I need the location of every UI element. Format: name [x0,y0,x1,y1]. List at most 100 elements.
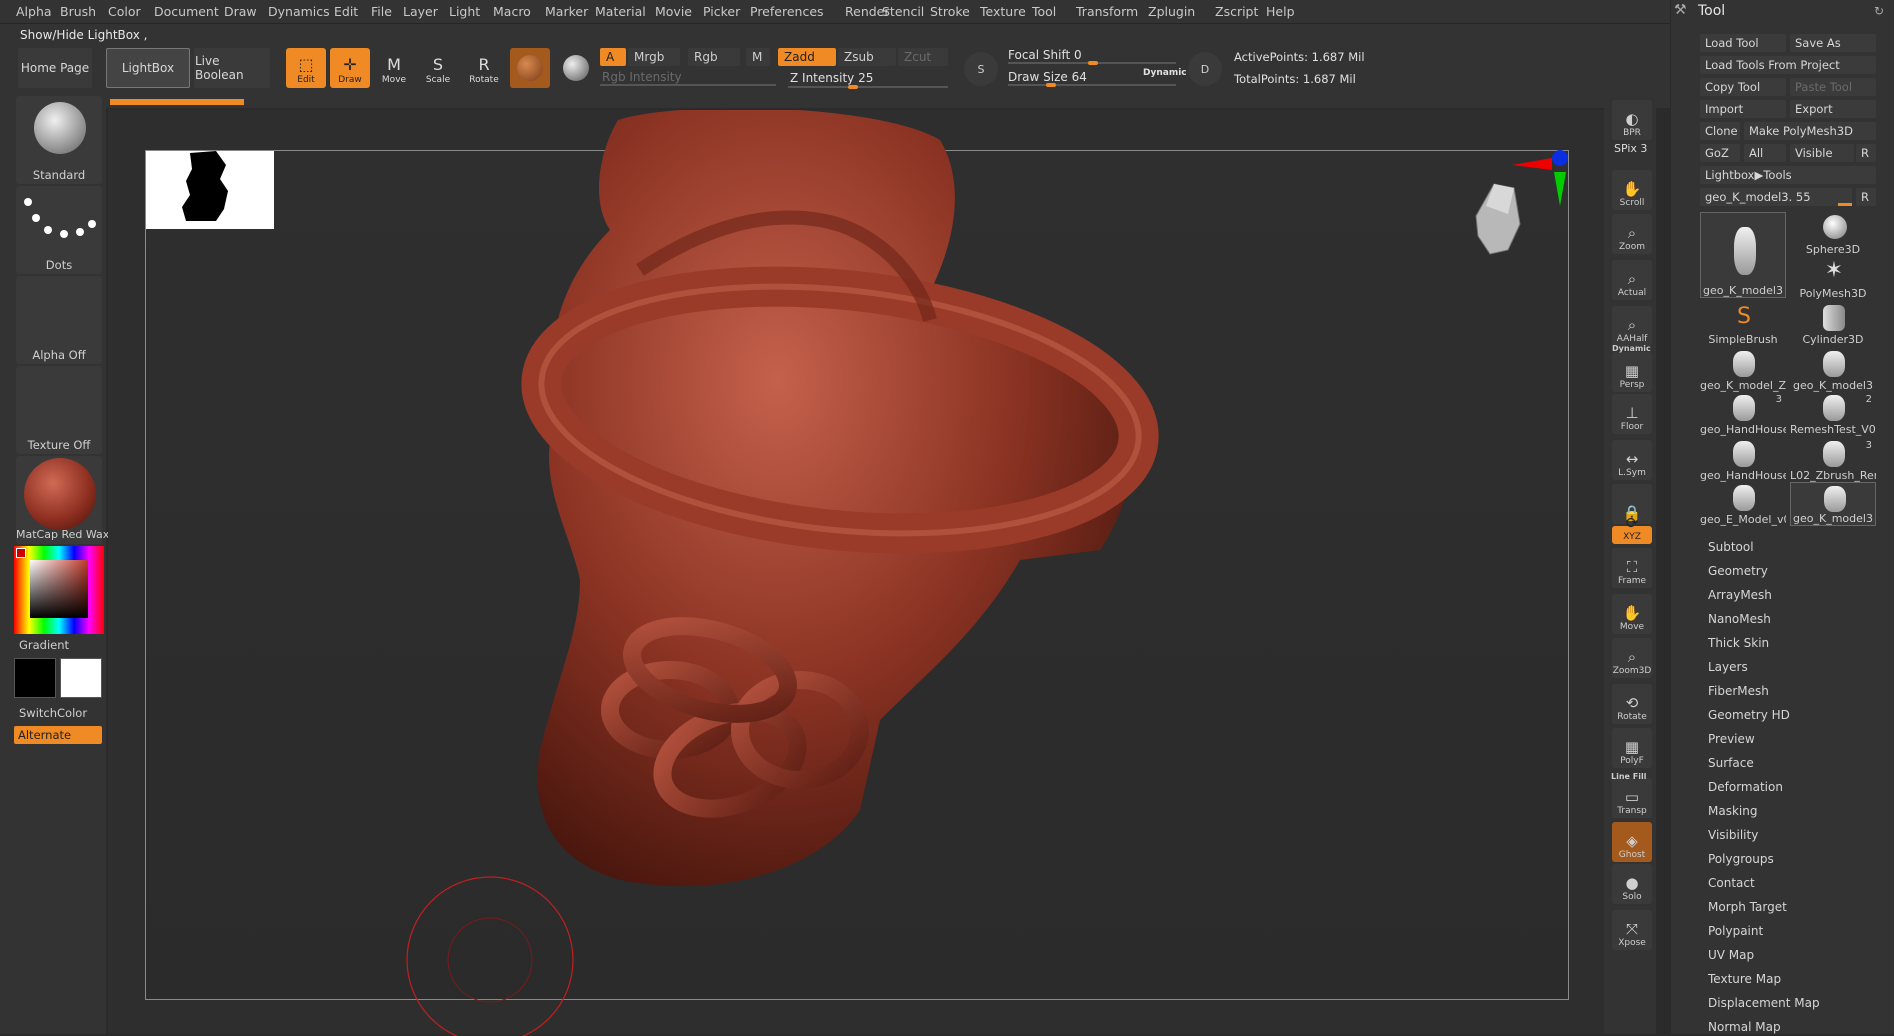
rotate-button[interactable]: ⟲ Rotate [1612,684,1652,724]
color-button[interactable] [556,48,596,88]
rotate-button[interactable]: R Rotate [464,48,504,88]
main-color-swatch[interactable] [14,658,56,698]
subpalette-geometry-hd[interactable]: Geometry HD [1708,708,1790,722]
subpalette-surface[interactable]: Surface [1708,756,1754,770]
mrgb-toggle[interactable]: Mrgb [628,48,680,66]
r-button[interactable]: R [1856,144,1876,162]
subpalette-preview[interactable]: Preview [1708,732,1755,746]
subpalette-layers[interactable]: Layers [1708,660,1748,674]
export-button[interactable]: Export [1790,100,1876,118]
menu-zplugin[interactable]: Zplugin [1148,4,1195,19]
tool-item[interactable]: geo_HandHouse [1700,438,1786,482]
tool-item[interactable]: Sphere3D [1790,212,1876,256]
menu-texture[interactable]: Texture [980,4,1026,19]
focal-shift-knob[interactable] [1088,61,1098,65]
draw-size-knob[interactable] [1046,83,1056,87]
draw-size-slider[interactable] [1008,84,1176,86]
subpalette-contact[interactable]: Contact [1708,876,1755,890]
spix-slider[interactable]: SPix 3 [1614,142,1647,155]
scale-button[interactable]: S Scale [418,48,458,88]
menu-preferences[interactable]: Preferences [750,4,824,19]
tool-item[interactable]: S SimpleBrush [1700,302,1786,347]
subpalette-displacement-map[interactable]: Displacement Map [1708,996,1820,1010]
clone-button[interactable]: Clone [1700,122,1740,140]
menu-edit[interactable]: Edit [334,4,358,19]
edit-button[interactable]: ⬚ Edit [286,48,326,88]
paste-tool-button[interactable]: Paste Tool [1790,78,1876,96]
switch-color-button[interactable]: SwitchColor [19,706,105,720]
current-tool-slider[interactable]: geo_K_model3. 55 [1700,188,1852,206]
subpalette-deformation[interactable]: Deformation [1708,780,1783,794]
xpose-button[interactable]: ⤧ Xpose [1612,910,1652,950]
subpalette-thick-skin[interactable]: Thick Skin [1708,636,1769,650]
tool-item[interactable]: geo_E_Model_v0 [1700,482,1786,526]
load-tool-button[interactable]: Load Tool [1700,34,1786,52]
lightbox-button[interactable]: LightBox [106,48,190,88]
menu-material[interactable]: Material [595,4,646,19]
visible-button[interactable]: Visible [1790,144,1854,162]
subpalette-morph-target[interactable]: Morph Target [1708,900,1787,914]
s-symmetry-icon[interactable]: S [964,52,998,86]
save-as-button[interactable]: Save As [1790,34,1876,52]
solo-button[interactable]: ● Solo [1612,864,1652,904]
material-swatch-button[interactable] [510,48,550,88]
menu-help[interactable]: Help [1266,4,1295,19]
home-page-button[interactable]: Home Page [18,48,92,88]
tool-item[interactable]: geo_K_model3 [1700,212,1786,298]
orientation-gizmo[interactable] [1464,144,1584,284]
draw-button[interactable]: ✛ Draw [330,48,370,88]
menu-light[interactable]: Light [449,4,480,19]
subpalette-nanomesh[interactable]: NanoMesh [1708,612,1771,626]
menu-zscript[interactable]: Zscript [1215,4,1258,19]
goz-button[interactable]: GoZ [1700,144,1740,162]
move-button[interactable]: ✋ Move [1612,594,1652,634]
ghost-button[interactable]: ◈ Ghost [1612,822,1652,862]
xyz-button[interactable]: ⟳ XYZ [1612,514,1652,544]
subpalette-uv-map[interactable]: UV Map [1708,948,1754,962]
menu-brush[interactable]: Brush [60,4,96,19]
persp-button[interactable]: ▦ Persp [1612,352,1652,392]
color-saturation-square[interactable] [30,560,88,618]
z-intensity-slider[interactable] [788,86,948,88]
menu-picker[interactable]: Picker [703,4,740,19]
menu-document[interactable]: Document [154,4,219,19]
import-button[interactable]: Import [1700,100,1786,118]
tool-item[interactable]: ✶ PolyMesh3D [1790,256,1876,301]
live-boolean-button[interactable]: Live Boolean [194,48,270,88]
move-button[interactable]: M Move [374,48,414,88]
subpalette-subtool[interactable]: Subtool [1708,540,1754,554]
navigator-thumbnail[interactable] [146,151,274,229]
menu-transform[interactable]: Transform [1076,4,1138,19]
subpalette-visibility[interactable]: Visibility [1708,828,1758,842]
l-sym-button[interactable]: ↔ L.Sym [1612,440,1652,480]
m-toggle[interactable]: M [746,48,770,66]
actual-button[interactable]: ⌕ Actual [1612,260,1652,300]
make-polymesh3d-button[interactable]: Make PolyMesh3D [1744,122,1876,140]
menu-dynamics[interactable]: Dynamics [268,4,330,19]
transp-button[interactable]: ▭ Transp [1612,778,1652,818]
menu-draw[interactable]: Draw [224,4,257,19]
menu-alpha[interactable]: Alpha [16,4,52,19]
subpalette-masking[interactable]: Masking [1708,804,1757,818]
zoom3d-button[interactable]: ⌕ Zoom3D [1612,638,1652,678]
menu-file[interactable]: File [371,4,392,19]
color-picker[interactable] [14,546,104,634]
z-intensity-knob[interactable] [848,85,858,89]
subpalette-polygroups[interactable]: Polygroups [1708,852,1774,866]
tool-item[interactable]: Cylinder3D [1790,302,1876,346]
zsub-toggle[interactable]: Zsub [838,48,896,66]
lightbox-tools-button[interactable]: Lightbox▶Tools [1700,166,1876,184]
copy-tool-button[interactable]: Copy Tool [1700,78,1786,96]
menu-macro[interactable]: Macro [493,4,531,19]
scroll-button[interactable]: ✋ Scroll [1612,170,1652,210]
refresh-icon[interactable]: ↻ [1874,4,1884,18]
aahalf-button[interactable]: ⌕ AAHalf [1612,306,1652,346]
rgb-toggle[interactable]: Rgb [688,48,740,66]
zcut-toggle[interactable]: Zcut [898,48,948,66]
tool-item[interactable]: geo_K_model3 [1790,348,1876,392]
menu-marker[interactable]: Marker [545,4,588,19]
polyf-button[interactable]: ▦ PolyF [1612,728,1652,768]
subpalette-geometry[interactable]: Geometry [1708,564,1768,578]
tool-item[interactable]: geo_HandHouse 3 [1700,392,1786,436]
rgb-intensity-slider[interactable] [600,84,776,86]
